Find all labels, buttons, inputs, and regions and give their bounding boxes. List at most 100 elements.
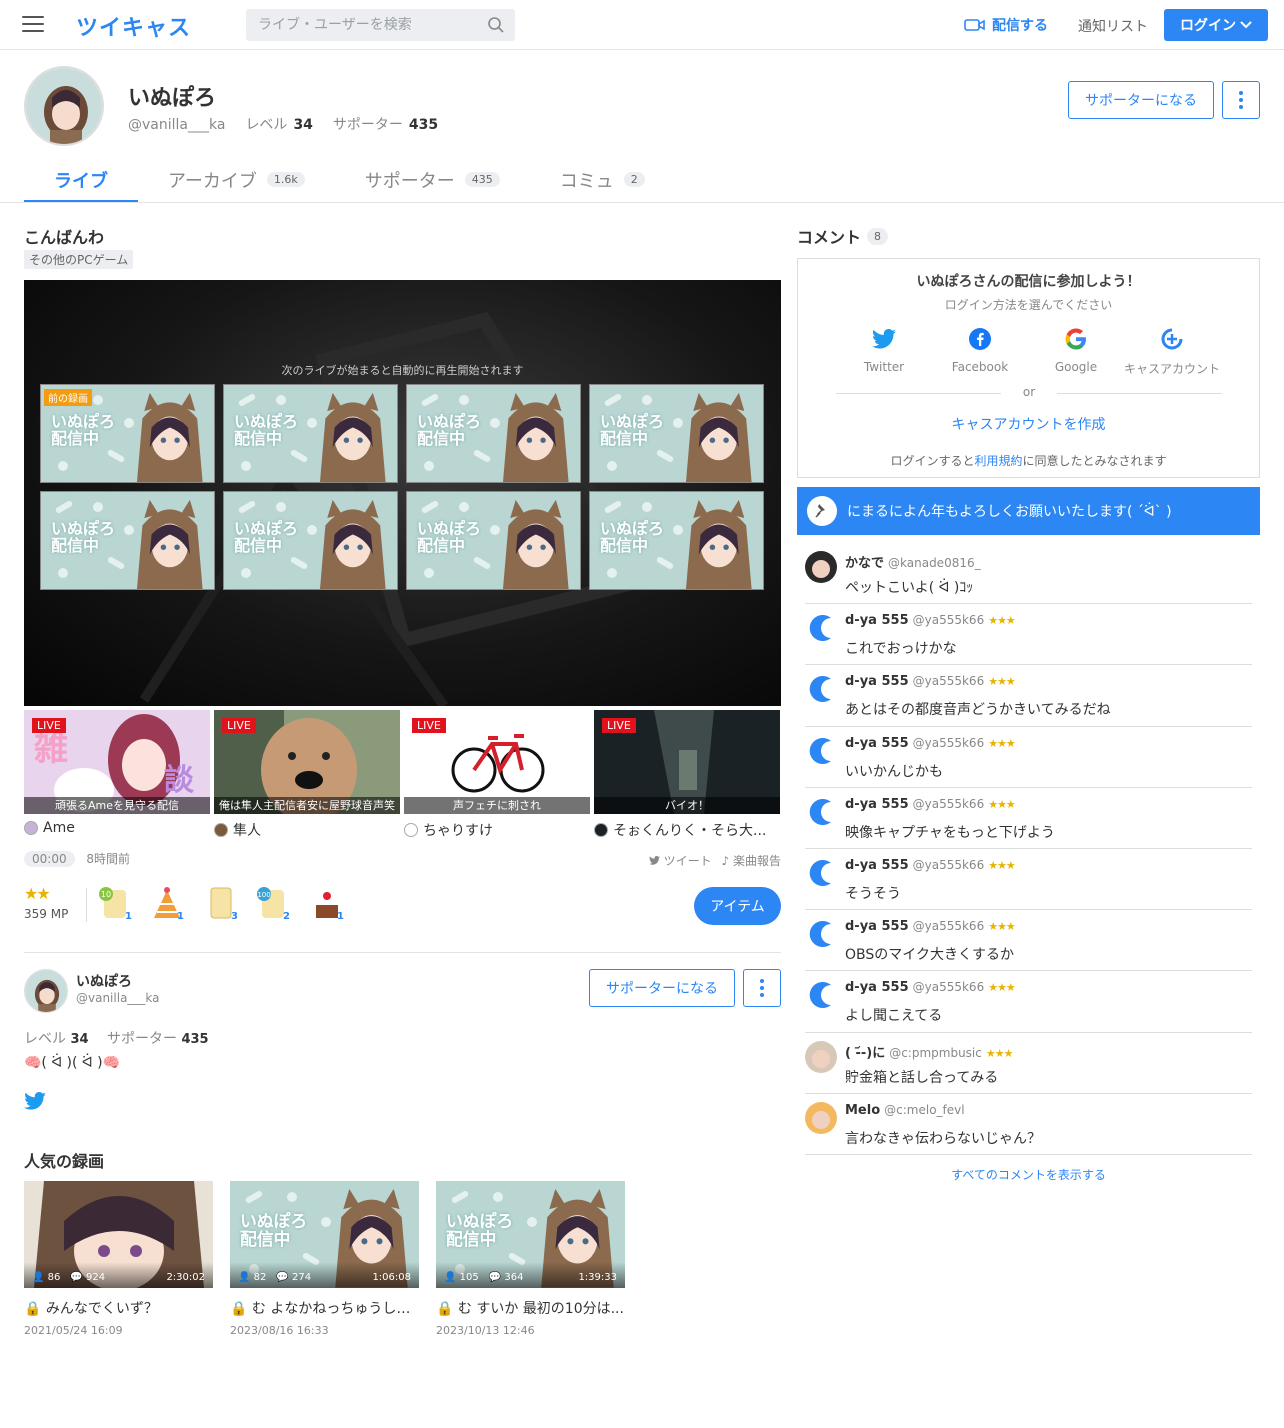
recording-title[interactable]: 🔒 みんなでくいず？	[24, 1298, 213, 1318]
supporter-star-icon: ★★★	[988, 920, 1016, 934]
avatar[interactable]	[805, 673, 837, 706]
recording-title[interactable]: 🔒 む すいか 最初の10分は...	[436, 1298, 625, 1318]
tab-community[interactable]: コミュ 2	[530, 156, 675, 203]
popular-thumbnail[interactable]: 👤 86 💬 924 2:30:02	[24, 1181, 213, 1288]
login-facebook-button[interactable]: Facebook	[932, 327, 1028, 377]
avatar[interactable]	[805, 1040, 837, 1073]
avatar[interactable]	[805, 551, 837, 583]
avatar[interactable]	[805, 612, 837, 645]
become-supporter-button[interactable]: サポーターになる	[1068, 81, 1214, 119]
recording-thumbnail[interactable]: いぬぽろ 配信中	[40, 491, 215, 590]
login-prompt-subtitle: ログイン方法を選んでください	[944, 298, 1113, 312]
live-thumbnail[interactable]: LIVE 俺は隼人主配信者安に屋野球音声笑	[214, 710, 400, 814]
popular-thumbnail[interactable]: いぬぽろ 配信中 👤 105 💬 364 1:39:33	[436, 1181, 625, 1288]
recording-thumbnail[interactable]: いぬぽろ 配信中	[406, 491, 581, 590]
more-menu-button[interactable]	[1222, 81, 1260, 119]
thumbnail-art: いぬぽろ 配信中	[407, 492, 580, 589]
menu-icon[interactable]	[22, 16, 44, 34]
search-icon[interactable]	[487, 16, 505, 34]
avatar[interactable]	[805, 918, 837, 951]
user-avatar[interactable]	[24, 969, 68, 1013]
tab-archive-count: 1.6k	[266, 172, 305, 187]
live-user[interactable]: そぉくんりく・そら大...	[594, 820, 780, 840]
tea-10-gift-icon[interactable]: 10 1	[96, 884, 134, 924]
chevron-down-icon	[1240, 21, 1252, 29]
tab-archive[interactable]: アーカイブ 1.6k	[138, 156, 335, 203]
comment-author[interactable]: d-ya 555 @ya555k66 ★★★	[845, 736, 1016, 751]
thumbnail-title-art: いぬぽろ 配信中	[600, 412, 665, 448]
comment-author[interactable]: d-ya 555 @ya555k66 ★★★	[845, 919, 1016, 934]
become-supporter-button-2[interactable]: サポーターになる	[589, 969, 735, 1007]
avatar	[404, 823, 418, 837]
divider	[0, 202, 1284, 203]
popular-thumbnail[interactable]: いぬぽろ 配信中 👤 82 💬 274 1:06:08	[230, 1181, 419, 1288]
more-menu-button-2[interactable]	[743, 969, 781, 1007]
logo[interactable]: ツイキャス	[76, 10, 191, 42]
broadcast-button[interactable]: 配信する	[964, 15, 1048, 35]
gift-count: 1	[177, 911, 184, 922]
login-google-button[interactable]: Google	[1028, 327, 1124, 377]
twitter-icon[interactable]	[24, 1092, 46, 1110]
popular-recording[interactable]: 👤 86 💬 924 2:30:02 🔒 みんなでくいず？ 2021/05/24…	[24, 1181, 213, 1337]
avatar[interactable]	[805, 856, 837, 889]
comment-count: 💬 274	[276, 1272, 312, 1283]
popular-recording[interactable]: いぬぽろ 配信中 👤 105 💬 364 1:39:33 🔒 む すいか 最初の1…	[436, 1181, 625, 1337]
login-cas-account-button[interactable]: キャスアカウント	[1124, 327, 1220, 377]
profile-avatar[interactable]	[24, 66, 104, 146]
tea-100-gift-icon[interactable]: 100 2	[254, 884, 292, 924]
live-card[interactable]: 雑談 LIVE 頑張るAmeを見守る配信 Ame	[24, 710, 210, 840]
live-thumbnail[interactable]: 雑談 LIVE 頑張るAmeを見守る配信	[24, 710, 210, 814]
avatar[interactable]	[805, 1101, 837, 1134]
user-name[interactable]: いぬぽろ	[76, 971, 132, 991]
supporter-star-icon: ★★★	[988, 981, 1016, 995]
comment-author[interactable]: d-ya 555 @ya555k66 ★★★	[845, 980, 1016, 995]
login-twitter-button[interactable]: Twitter	[836, 327, 932, 377]
search-input[interactable]	[246, 9, 478, 41]
login-button[interactable]: ログイン	[1164, 9, 1268, 41]
show-all-comments-link[interactable]: すべてのコメントを表示する	[797, 1166, 1260, 1183]
comment-author[interactable]: ( -᷄-)に @c:pmpmbusic ★★★	[845, 1042, 1013, 1061]
live-card[interactable]: LIVE バイオ！ そぉくんりく・そら大...	[594, 710, 780, 840]
item-button[interactable]: アイテム	[694, 887, 781, 925]
time-ago: 8時間前	[86, 852, 131, 866]
notification-list-link[interactable]: 通知リスト	[1078, 16, 1148, 36]
recording-thumbnail[interactable]: いぬぽろ 配信中	[589, 384, 764, 483]
video-player[interactable]: 次のライブが始まると自動的に再生開始されます いぬぽろ 配信中 前の録画 いぬぽろ…	[24, 280, 781, 706]
recording-title[interactable]: 🔒 む よなかねっちゅうしょ...	[230, 1298, 419, 1318]
comment-author[interactable]: d-ya 555 @ya555k66 ★★★	[845, 613, 1016, 628]
popular-recording[interactable]: いぬぽろ 配信中 👤 82 💬 274 1:06:08 🔒 む よなかねっちゅうし…	[230, 1181, 419, 1337]
star-card-gift-icon[interactable]: 3	[202, 884, 240, 924]
live-card[interactable]: LIVE 俺は隼人主配信者安に屋野球音声笑 隼人	[214, 710, 400, 840]
avatar[interactable]	[805, 734, 837, 767]
recording-thumbnail[interactable]: いぬぽろ 配信中 前の録画	[40, 384, 215, 483]
live-user[interactable]: 隼人	[214, 820, 400, 840]
comment-author[interactable]: Melo @c:melo_fevl	[845, 1103, 969, 1118]
live-user[interactable]: Ame	[24, 820, 210, 836]
live-thumbnail[interactable]: LIVE 声フェチに刺され	[404, 710, 590, 814]
cake-gift-icon[interactable]: 1	[308, 884, 346, 924]
live-card[interactable]: LIVE 声フェチに刺され ちゃりすけ	[404, 710, 590, 840]
viewer-count: 👤 82	[238, 1272, 267, 1283]
live-thumbnail[interactable]: LIVE バイオ！	[594, 710, 780, 814]
tweet-link[interactable]: ツイート	[664, 854, 712, 868]
avatar[interactable]	[805, 795, 837, 828]
music-report-link[interactable]: 楽曲報告	[733, 854, 781, 868]
terms-link[interactable]: 利用規約	[974, 454, 1022, 468]
recording-thumbnail[interactable]: いぬぽろ 配信中	[223, 384, 398, 483]
comment-author[interactable]: d-ya 555 @ya555k66 ★★★	[845, 797, 1016, 812]
comment-item: d-ya 555 @ya555k66 ★★★ そうそう	[805, 849, 1252, 911]
comment-author[interactable]: d-ya 555 @ya555k66 ★★★	[845, 858, 1016, 873]
tab-live[interactable]: ライブ	[24, 156, 138, 203]
tab-supporters[interactable]: サポーター 435	[335, 156, 530, 203]
recording-thumbnail[interactable]: いぬぽろ 配信中	[589, 491, 764, 590]
recording-thumbnail[interactable]: いぬぽろ 配信中	[223, 491, 398, 590]
recording-thumbnail[interactable]: いぬぽろ 配信中	[406, 384, 581, 483]
category-tag[interactable]: その他のPCゲーム	[24, 250, 134, 269]
comment-author[interactable]: d-ya 555 @ya555k66 ★★★	[845, 674, 1016, 689]
avatar[interactable]	[805, 979, 837, 1012]
avatar	[24, 821, 38, 835]
party-hat-gift-icon[interactable]: 1	[148, 884, 186, 924]
create-account-link[interactable]: キャスアカウントを作成	[798, 414, 1259, 434]
comment-author[interactable]: かなで @kanade0816_	[845, 552, 985, 571]
live-user[interactable]: ちゃりすけ	[404, 820, 590, 840]
